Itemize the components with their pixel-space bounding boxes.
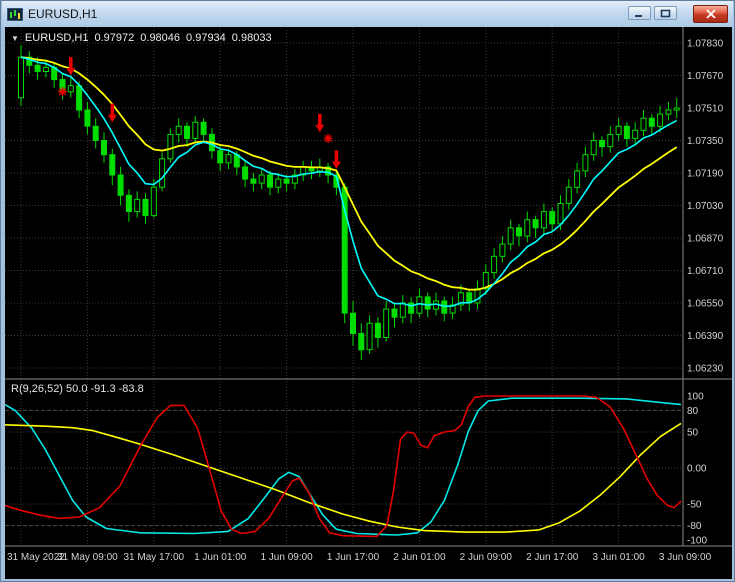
ohlc-open: 0.97972 xyxy=(94,32,135,44)
svg-text:80: 80 xyxy=(687,406,699,417)
svg-text:1.06230: 1.06230 xyxy=(687,364,724,375)
time-axis-labels: 31 May 202231 May 09:00 31 May 17:00 1 Jun… xyxy=(7,552,712,563)
svg-text:1 Jun 01:00: 1 Jun 01:00 xyxy=(194,552,247,563)
svg-text:1 Jun 17:00: 1 Jun 17:00 xyxy=(327,552,380,563)
minimize-button[interactable] xyxy=(628,6,651,20)
svg-text:-80: -80 xyxy=(687,521,702,532)
svg-text:0.00: 0.00 xyxy=(687,464,707,475)
svg-text:1.06710: 1.06710 xyxy=(687,266,724,277)
ohlc-low: 0.97934 xyxy=(186,32,226,44)
svg-text:1.07670: 1.07670 xyxy=(687,71,724,82)
svg-text:1.07190: 1.07190 xyxy=(687,169,724,180)
svg-text:-50: -50 xyxy=(687,500,702,511)
svg-text:1 Jun 09:00: 1 Jun 09:00 xyxy=(260,552,313,563)
svg-text:2 Jun 17:00: 2 Jun 17:00 xyxy=(526,552,579,563)
svg-text:31 May 17:00: 31 May 17:00 xyxy=(123,552,184,563)
price-chart[interactable]: 1.07830 1.07670 1.07510 1.07350 1.07190 1.070… xyxy=(5,27,732,579)
window-icon xyxy=(6,7,24,21)
maximize-button[interactable] xyxy=(654,6,677,20)
chart-info-line[interactable]: ▼ EURUSD,H1 0.97972 0.98046 0.97934 0.98… xyxy=(11,32,272,44)
svg-text:50: 50 xyxy=(687,428,699,439)
chart-area: 1.07830 1.07670 1.07510 1.07350 1.07190 1.070… xyxy=(5,27,732,579)
svg-text:1.07350: 1.07350 xyxy=(687,136,724,147)
title-bar[interactable]: EURUSD,H1 xyxy=(2,1,733,27)
window-title: EURUSD,H1 xyxy=(28,7,98,21)
window-controls xyxy=(625,5,728,23)
symbol-dropdown-icon[interactable]: ▼ xyxy=(11,34,19,43)
svg-text:2 Jun 09:00: 2 Jun 09:00 xyxy=(460,552,513,563)
svg-text:1.07030: 1.07030 xyxy=(687,201,724,212)
svg-text:-100: -100 xyxy=(687,536,707,547)
svg-text:3 Jun 01:00: 3 Jun 01:00 xyxy=(592,552,645,563)
svg-text:1.06390: 1.06390 xyxy=(687,331,724,342)
svg-text:1.07830: 1.07830 xyxy=(687,39,724,50)
svg-text:1.06550: 1.06550 xyxy=(687,299,724,310)
svg-text:2 Jun 01:00: 2 Jun 01:00 xyxy=(393,552,446,563)
svg-text:100: 100 xyxy=(687,392,704,403)
indicator-label: R(9,26,52) 50.0 -91.3 -83.8 xyxy=(11,383,144,395)
chart-symbol: EURUSD,H1 xyxy=(24,32,89,44)
svg-text:3 Jun 09:00: 3 Jun 09:00 xyxy=(659,552,712,563)
ohlc-high: 0.98046 xyxy=(140,32,181,44)
svg-text:1.07510: 1.07510 xyxy=(687,104,724,115)
ohlc-close: 0.98033 xyxy=(231,32,272,44)
chart-window: EURUSD,H1 1.07830 1.07670 1.07510 1.07350 1.… xyxy=(0,0,735,582)
svg-text:1.06870: 1.06870 xyxy=(687,234,724,245)
close-button[interactable] xyxy=(693,5,728,23)
svg-text:31 May 09:00: 31 May 09:00 xyxy=(57,552,118,563)
